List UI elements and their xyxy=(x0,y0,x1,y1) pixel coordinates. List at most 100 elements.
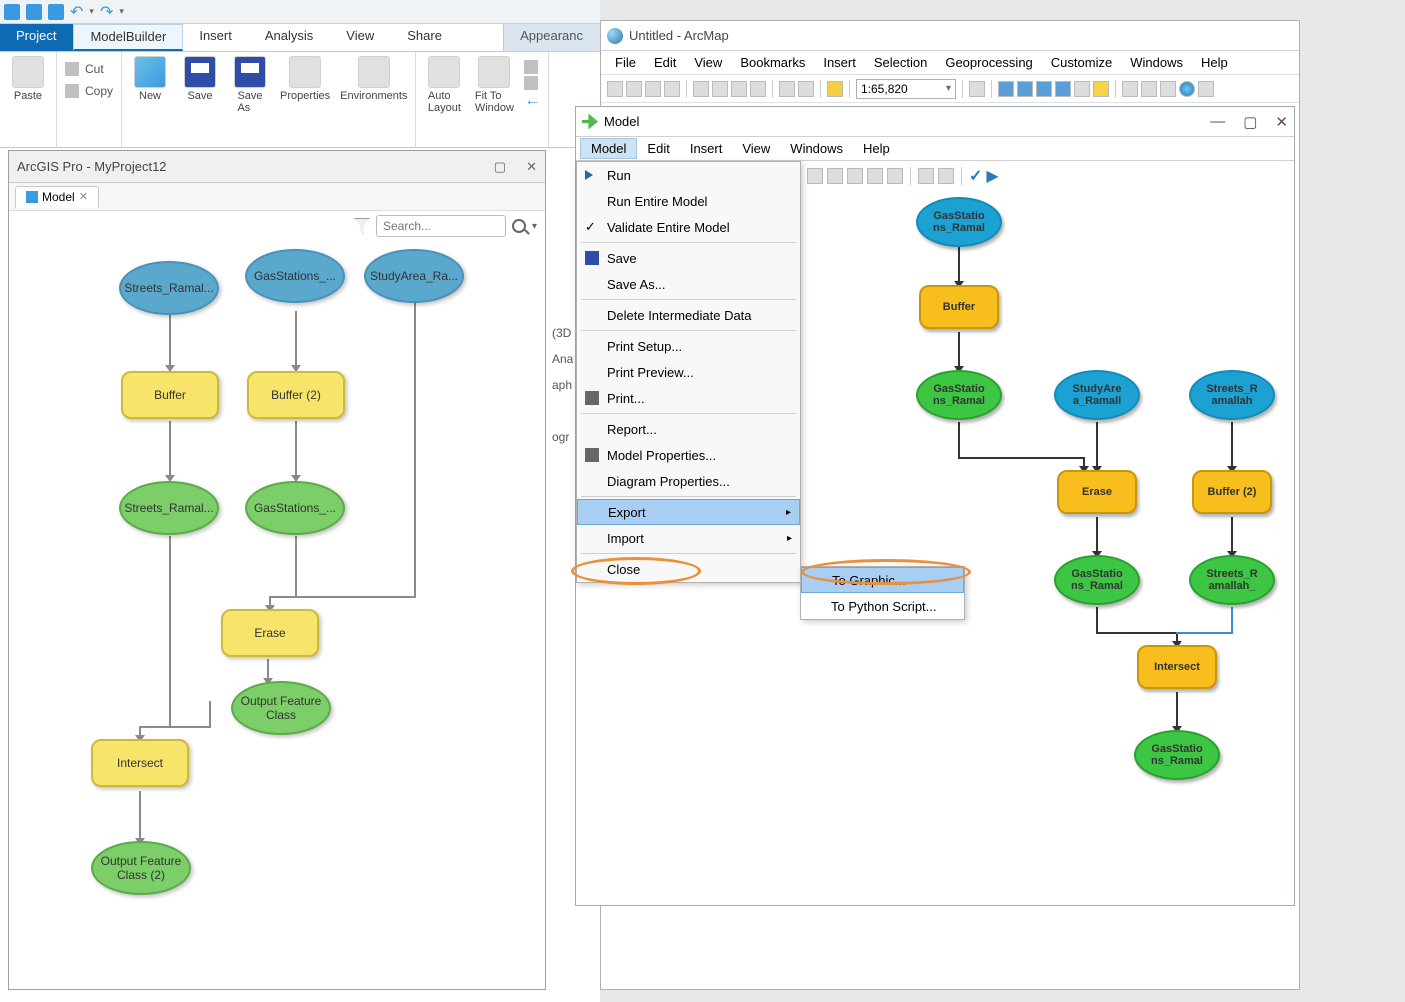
menu-file[interactable]: File xyxy=(607,53,644,72)
zoom-in-icon[interactable] xyxy=(524,60,538,74)
zoom-out-icon[interactable] xyxy=(1141,81,1157,97)
menu-saveas[interactable]: Save As... xyxy=(577,271,800,297)
cut-icon[interactable] xyxy=(693,81,709,97)
delete-icon[interactable] xyxy=(750,81,766,97)
print-icon[interactable] xyxy=(664,81,680,97)
close-icon[interactable]: ✕ xyxy=(1275,113,1288,131)
save-all-icon[interactable] xyxy=(48,4,64,20)
am-node-streets2[interactable]: Streets_R amallah_ xyxy=(1189,555,1275,605)
menu-customize[interactable]: Customize xyxy=(1043,53,1120,72)
node-input-study[interactable]: StudyArea_Ra... xyxy=(364,249,464,303)
zoom-out-icon[interactable] xyxy=(524,76,538,90)
properties-button[interactable]: Properties xyxy=(280,56,330,114)
menu-report[interactable]: Report... xyxy=(577,416,800,442)
maximize-icon[interactable]: ▢ xyxy=(1243,113,1257,131)
menu-run-entire[interactable]: Run Entire Model xyxy=(577,188,800,214)
menu-validate[interactable]: ✓Validate Entire Model xyxy=(577,214,800,240)
save-doc-icon[interactable] xyxy=(645,81,661,97)
tab-analysis[interactable]: Analysis xyxy=(249,24,330,51)
copy-icon[interactable] xyxy=(712,81,728,97)
full-extent-icon[interactable] xyxy=(1179,81,1195,97)
close-tab-icon[interactable]: ✕ xyxy=(79,190,88,203)
cut-button[interactable]: Cut xyxy=(65,58,113,80)
redo-icon[interactable]: ↷ xyxy=(100,2,113,22)
georef-icon[interactable] xyxy=(998,81,1014,97)
am-node-study[interactable]: StudyAre a_Ramall xyxy=(1054,370,1140,420)
new-button[interactable]: New xyxy=(130,56,170,114)
back-arrow-icon[interactable]: ← xyxy=(524,92,540,110)
menu-view[interactable]: View xyxy=(686,53,730,72)
zoom-in-icon[interactable] xyxy=(1122,81,1138,97)
am-node-intersect[interactable]: Intersect xyxy=(1137,645,1217,689)
run-icon[interactable]: ▶ xyxy=(986,166,998,186)
auto-layout-button[interactable]: Auto Layout xyxy=(424,56,464,114)
add-tool-icon[interactable] xyxy=(938,168,954,184)
pan-icon[interactable] xyxy=(1160,81,1176,97)
node-output-streets[interactable]: Streets_Ramal... xyxy=(119,481,219,535)
tab-modelbuilder[interactable]: ModelBuilder xyxy=(73,24,183,51)
save-button[interactable]: Save xyxy=(180,56,220,114)
environments-button[interactable]: Environments xyxy=(340,56,407,114)
menu-insert[interactable]: Insert xyxy=(815,53,864,72)
undo-icon[interactable] xyxy=(779,81,795,97)
scale-combo[interactable]: 1:65,820 xyxy=(856,79,956,99)
pan-icon[interactable] xyxy=(887,168,903,184)
paste-button[interactable]: Paste xyxy=(8,56,48,102)
menu-edit[interactable]: Edit xyxy=(637,139,679,158)
save-icon[interactable] xyxy=(807,168,823,184)
node-buffer-2[interactable]: Buffer (2) xyxy=(247,371,345,419)
am-node-gas3[interactable]: GasStatio ns_Ramal xyxy=(1054,555,1140,605)
filter-icon[interactable] xyxy=(354,218,370,234)
am-node-buffer2[interactable]: Buffer (2) xyxy=(1192,470,1272,514)
tab-view[interactable]: View xyxy=(330,24,391,51)
close-icon[interactable]: ✕ xyxy=(526,159,537,175)
toolbox-icon[interactable] xyxy=(1055,81,1071,97)
model-tab[interactable]: Model ✕ xyxy=(15,186,99,208)
fixed-extent-icon[interactable] xyxy=(1198,81,1214,97)
menu-run[interactable]: Run xyxy=(577,162,800,188)
menu-delete-intermediate[interactable]: Delete Intermediate Data xyxy=(577,302,800,328)
node-output-gas[interactable]: GasStations_... xyxy=(245,481,345,535)
am-node-buffer[interactable]: Buffer xyxy=(919,285,999,329)
save-icon[interactable] xyxy=(26,4,42,20)
tab-project[interactable]: Project xyxy=(0,24,73,51)
menu-print[interactable]: Print... xyxy=(577,385,800,411)
menu-insert[interactable]: Insert xyxy=(680,139,733,158)
zoom-icon[interactable] xyxy=(867,168,883,184)
menu-model-properties[interactable]: Model Properties... xyxy=(577,442,800,468)
search-input[interactable] xyxy=(376,215,506,237)
fit-window-button[interactable]: Fit To Window xyxy=(474,56,514,114)
model-canvas-pro[interactable]: Streets_Ramal... GasStations_... StudyAr… xyxy=(9,241,545,981)
validate-icon[interactable]: ✓ xyxy=(969,166,982,186)
menu-edit[interactable]: Edit xyxy=(646,53,684,72)
menu-geoprocessing[interactable]: Geoprocessing xyxy=(937,53,1040,72)
menu-selection[interactable]: Selection xyxy=(866,53,935,72)
node-buffer-1[interactable]: Buffer xyxy=(121,371,219,419)
menu-print-preview[interactable]: Print Preview... xyxy=(577,359,800,385)
am-node-gas2[interactable]: GasStatio ns_Ramal xyxy=(916,370,1002,420)
menu-save[interactable]: Save xyxy=(577,245,800,271)
open-doc-icon[interactable] xyxy=(626,81,642,97)
node-output-feature[interactable]: Output Feature Class xyxy=(231,681,331,735)
menu-windows[interactable]: Windows xyxy=(1122,53,1191,72)
menu-view[interactable]: View xyxy=(732,139,780,158)
node-input-gas[interactable]: GasStations_... xyxy=(245,249,345,303)
paste-icon[interactable] xyxy=(731,81,747,97)
copy-button[interactable]: Copy xyxy=(65,80,113,102)
menu-model[interactable]: Model xyxy=(580,138,637,159)
am-node-streets[interactable]: Streets_R amallah xyxy=(1189,370,1275,420)
maximize-icon[interactable]: ▢ xyxy=(494,159,506,175)
menu-diagram-properties[interactable]: Diagram Properties... xyxy=(577,468,800,494)
python-icon[interactable] xyxy=(1074,81,1090,97)
node-erase[interactable]: Erase xyxy=(221,609,319,657)
open-icon[interactable] xyxy=(4,4,20,20)
select-icon[interactable] xyxy=(918,168,934,184)
redo-icon[interactable] xyxy=(798,81,814,97)
tab-share[interactable]: Share xyxy=(391,24,459,51)
node-input-streets[interactable]: Streets_Ramal... xyxy=(119,261,219,315)
fit-icon[interactable] xyxy=(847,168,863,184)
node-intersect[interactable]: Intersect xyxy=(91,739,189,787)
menu-print-setup[interactable]: Print Setup... xyxy=(577,333,800,359)
menu-windows[interactable]: Windows xyxy=(780,139,853,158)
new-doc-icon[interactable] xyxy=(607,81,623,97)
